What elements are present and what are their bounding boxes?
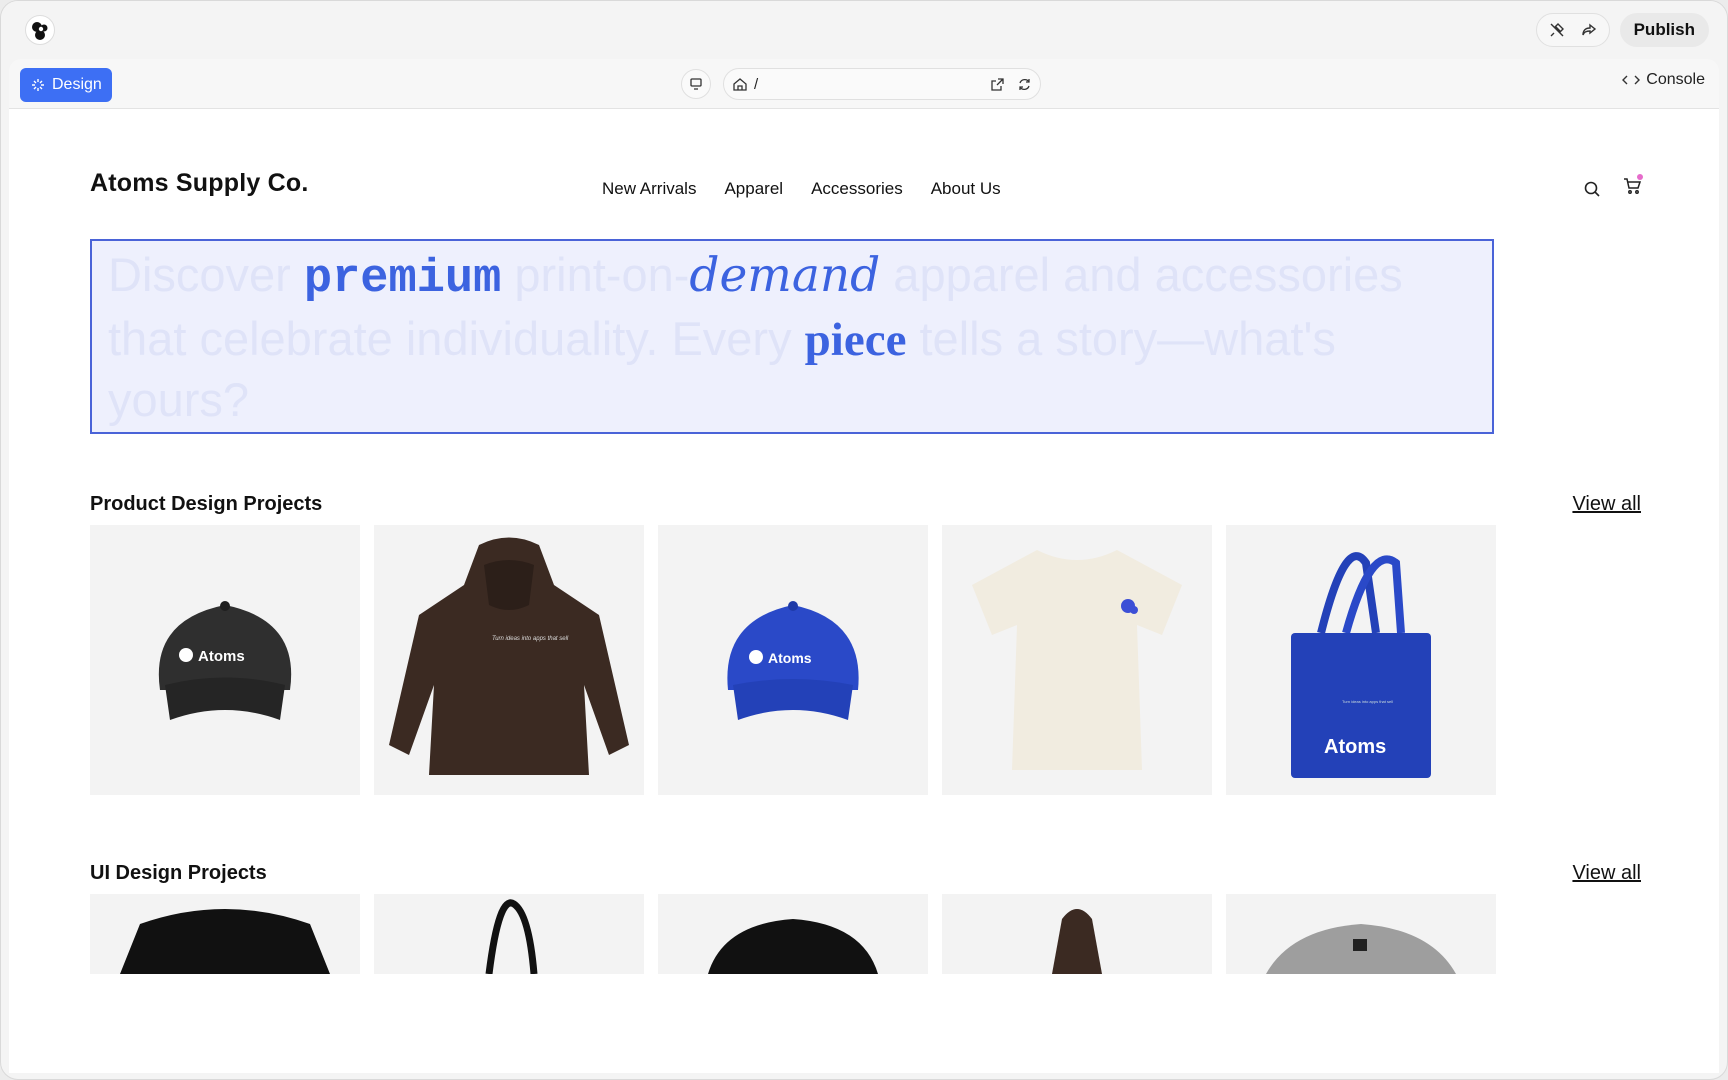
black-cap-image: Atoms (158, 601, 292, 720)
section-title-ui-design: UI Design Projects (90, 862, 267, 884)
black-tote-image (485, 899, 538, 974)
url-path[interactable]: / (754, 76, 990, 93)
site-nav: New Arrivals Apparel Accessories About U… (602, 179, 1001, 199)
product-card[interactable] (942, 894, 1212, 974)
app-window: Publish Design / Console Atoms Supply Co… (0, 0, 1728, 1080)
blue-tote-image: Turn ideas into apps that sell Atoms (1291, 551, 1431, 778)
search-icon[interactable] (1583, 180, 1601, 198)
url-bar[interactable]: / (723, 68, 1041, 100)
cart-button[interactable] (1623, 174, 1643, 200)
cart-badge (1637, 174, 1643, 180)
black-cap-image (708, 919, 878, 974)
brown-hoodie-image (1052, 909, 1102, 974)
code-icon (1622, 75, 1641, 85)
console-label: Console (1646, 71, 1705, 88)
product-card[interactable] (1226, 894, 1496, 974)
device-toggle-icon[interactable] (681, 69, 711, 99)
share-icon[interactable] (1575, 16, 1603, 44)
hero-part-2: print-on- (501, 248, 690, 301)
product-card[interactable] (942, 525, 1212, 795)
product-card[interactable] (90, 894, 360, 974)
refresh-icon[interactable] (1017, 77, 1032, 92)
publish-button[interactable]: Publish (1619, 13, 1709, 47)
hero-part-1: Discover (108, 248, 304, 301)
ui-project-grid (90, 894, 1496, 974)
view-all-link[interactable]: View all (1572, 493, 1641, 516)
hero-word-demand: demand (689, 248, 881, 303)
white-tshirt-image (972, 550, 1182, 770)
preview-toolbar: Design / Console (9, 59, 1719, 109)
top-bar: Publish (1, 1, 1727, 59)
header-actions (1583, 174, 1643, 200)
console-button[interactable]: Console (1622, 71, 1705, 89)
product-card[interactable]: Atoms (90, 525, 360, 795)
hero-word-premium: premium (303, 253, 502, 306)
product-card[interactable]: Atoms (658, 525, 928, 795)
hero-text-block[interactable]: Discover premium print-on-demand apparel… (90, 239, 1494, 434)
tote-logo-text: Atoms (1324, 736, 1386, 758)
nav-apparel[interactable]: Apparel (724, 179, 783, 199)
hero-text: Discover premium print-on-demand apparel… (108, 245, 1476, 429)
product-grid: Atoms Turn ideas into apps that sell Ato… (90, 525, 1496, 795)
section-title-product-design: Product Design Projects (90, 493, 323, 515)
site-brand[interactable]: Atoms Supply Co. (90, 169, 308, 198)
tote-print-text: Turn ideas into apps that sell (1342, 699, 1393, 704)
blue-cap-image: Atoms (727, 601, 859, 720)
nav-accessories[interactable]: Accessories (811, 179, 903, 199)
design-button-label: Design (52, 76, 102, 93)
nav-about-us[interactable]: About Us (931, 179, 1001, 199)
product-card[interactable]: Turn ideas into apps that sell Atoms (1226, 525, 1496, 795)
brown-hoodie-image: Turn ideas into apps that sell (389, 537, 629, 775)
plugin-icon[interactable] (1543, 16, 1571, 44)
sparkle-icon (32, 79, 44, 91)
view-all-link[interactable]: View all (1572, 862, 1641, 885)
home-icon[interactable] (732, 76, 748, 92)
top-right-tools: Publish (1535, 13, 1709, 47)
cap-logo-text: Atoms (198, 648, 245, 665)
open-external-icon[interactable] (990, 77, 1005, 92)
hero-word-piece: piece (804, 314, 907, 366)
product-card[interactable]: Turn ideas into apps that sell (374, 525, 644, 795)
url-actions (990, 77, 1032, 92)
grey-tshirt-image (1266, 924, 1456, 974)
nav-new-arrivals[interactable]: New Arrivals (602, 179, 696, 199)
product-card[interactable] (658, 894, 928, 974)
app-logo-icon[interactable] (25, 15, 55, 45)
black-tshirt-image (120, 909, 330, 974)
preview-canvas: Atoms Supply Co. New Arrivals Apparel Ac… (9, 109, 1719, 1073)
tool-pill (1535, 13, 1610, 47)
design-button[interactable]: Design (20, 68, 112, 102)
cap-logo-text: Atoms (768, 650, 812, 666)
product-card[interactable] (374, 894, 644, 974)
hoodie-print-text: Turn ideas into apps that sell (492, 636, 569, 642)
